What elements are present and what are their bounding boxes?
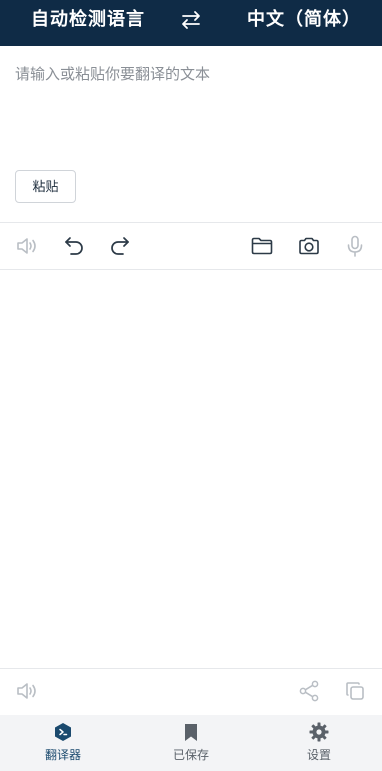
camera-icon[interactable] — [297, 234, 321, 258]
input-placeholder: 请输入或粘贴你要翻译的文本 — [15, 65, 211, 83]
bookmark-icon — [185, 724, 197, 741]
speaker-icon[interactable] — [15, 679, 39, 703]
input-toolbar — [0, 223, 382, 269]
speaker-icon[interactable] — [15, 234, 39, 258]
source-text-input[interactable]: 请输入或粘贴你要翻译的文本 粘贴 — [0, 46, 382, 222]
copy-icon[interactable] — [343, 679, 367, 703]
undo-icon[interactable] — [62, 234, 86, 258]
language-header: 自动检测语言 中文（简体） — [0, 0, 382, 46]
folder-icon[interactable] — [250, 234, 274, 258]
microphone-icon[interactable] — [343, 234, 367, 258]
swap-languages-icon[interactable] — [178, 8, 204, 32]
nav-item-saved[interactable]: 已保存 — [141, 715, 241, 771]
paste-button[interactable]: 粘贴 — [15, 170, 76, 203]
output-toolbar — [0, 669, 382, 715]
nav-item-translator[interactable]: 翻译器 — [13, 715, 113, 771]
translator-icon — [55, 723, 71, 741]
source-language-selector[interactable]: 自动检测语言 — [31, 0, 145, 40]
share-icon[interactable] — [297, 679, 321, 703]
nav-label-translator: 翻译器 — [44, 748, 81, 762]
nav-label-settings: 设置 — [306, 748, 331, 762]
translation-output — [0, 270, 382, 668]
nav-label-saved: 已保存 — [172, 748, 209, 762]
redo-icon[interactable] — [108, 234, 132, 258]
target-language-selector[interactable]: 中文（简体） — [247, 0, 361, 40]
bottom-navigation: 翻译器 已保存 设置 — [0, 715, 382, 771]
nav-item-settings[interactable]: 设置 — [269, 715, 369, 771]
gear-icon — [309, 722, 329, 742]
